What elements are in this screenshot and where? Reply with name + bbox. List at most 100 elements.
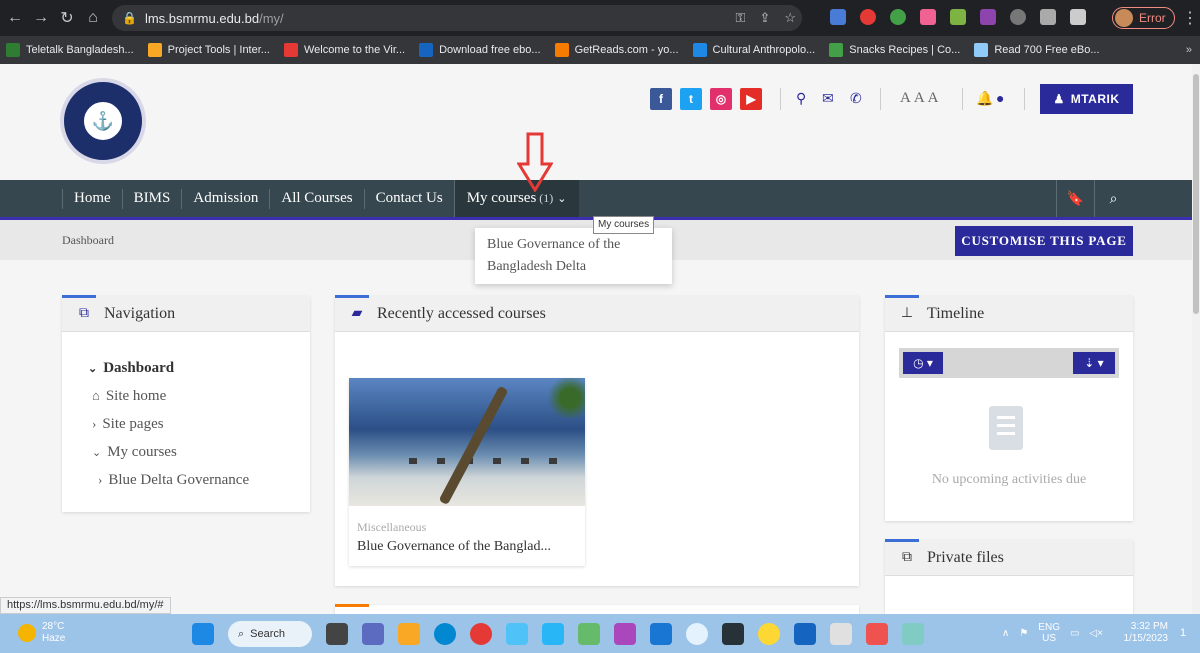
timeline-block: ⊥ Timeline ◷ ▾ ⇣ ▾ No upcoming activitie… xyxy=(885,295,1133,521)
extension-icon[interactable] xyxy=(890,9,906,25)
mail-icon[interactable]: ✉ xyxy=(822,90,834,107)
breadcrumb[interactable]: Dashboard xyxy=(62,233,114,248)
app-icon[interactable] xyxy=(650,623,672,645)
volume-icon[interactable]: ◁× xyxy=(1089,628,1103,639)
bookmark-item[interactable]: Snacks Recipes | Co... xyxy=(829,43,960,57)
sidepanel-icon[interactable] xyxy=(1070,9,1086,25)
bookmark-item[interactable]: Cultural Anthropolo... xyxy=(692,43,815,57)
nav-all-courses[interactable]: All Courses xyxy=(269,188,363,209)
extension-icon[interactable] xyxy=(1010,9,1026,25)
tree-course[interactable]: › Blue Delta Governance xyxy=(88,466,310,494)
dropdown-course-line1: Blue Governance of the xyxy=(487,237,621,252)
tree-site-home[interactable]: ⌂ Site home xyxy=(88,382,310,410)
address-bar[interactable]: 🔒 lms.bsmrmu.edu.bd/my/ ⚿ ⇪ ☆ xyxy=(112,5,802,31)
nav-home[interactable]: Home xyxy=(62,188,122,209)
tree-site-pages[interactable]: › Site pages xyxy=(88,410,310,438)
divider xyxy=(962,88,963,110)
scroll-thumb[interactable] xyxy=(1193,74,1199,314)
font-size-control[interactable]: AAA xyxy=(900,90,942,107)
task-view-icon[interactable] xyxy=(326,623,348,645)
bookmark-icon[interactable]: 🔖 xyxy=(1056,180,1094,217)
course-card[interactable]: Miscellaneous Blue Governance of the Ban… xyxy=(349,378,585,566)
nav-contact-us[interactable]: Contact Us xyxy=(363,188,454,209)
chevron-up-icon[interactable]: ∧ xyxy=(1002,628,1009,639)
bell-icon[interactable]: 🔔 xyxy=(976,90,993,107)
home-icon[interactable]: ⌂ xyxy=(82,9,104,27)
edge-icon[interactable] xyxy=(434,623,456,645)
profile-button[interactable]: Error xyxy=(1112,7,1175,29)
extensions xyxy=(830,9,1086,25)
tree-dashboard[interactable]: ⌄ Dashboard xyxy=(88,354,310,382)
chrome-icon[interactable] xyxy=(470,623,492,645)
back-icon[interactable]: ← xyxy=(4,9,26,27)
bookmark-item[interactable]: Download free ebo... xyxy=(419,43,541,57)
sort-icon[interactable]: ⇣ ▾ xyxy=(1073,352,1115,374)
bookmark-label: Teletalk Bangladesh... xyxy=(26,44,134,56)
app-icon[interactable] xyxy=(902,623,924,645)
weather-widget[interactable]: 28°C Haze xyxy=(18,621,65,645)
browser-toolbar: ← → ↻ ⌂ 🔒 lms.bsmrmu.edu.bd/my/ ⚿ ⇪ ☆ Er… xyxy=(0,0,1200,36)
file-explorer-icon[interactable] xyxy=(398,623,420,645)
course-name[interactable]: Blue Governance of the Banglad... xyxy=(349,535,577,555)
user-menu-button[interactable]: ♟ MTARIK xyxy=(1040,84,1133,114)
chat-icon[interactable]: ● xyxy=(996,90,1004,106)
app-icon[interactable] xyxy=(578,623,600,645)
nav-bims[interactable]: BIMS xyxy=(121,188,182,209)
notepad-icon[interactable] xyxy=(830,623,852,645)
start-icon[interactable] xyxy=(192,623,214,645)
next-block xyxy=(335,604,859,614)
app-icon[interactable] xyxy=(614,623,636,645)
dropdown-course-item[interactable]: Blue Governance of the Bangladesh Delta xyxy=(487,234,660,278)
nav-admission[interactable]: Admission xyxy=(181,188,269,209)
customise-page-button[interactable]: CUSTOMISE THIS PAGE xyxy=(955,226,1133,256)
share-icon[interactable]: ⇪ xyxy=(759,10,770,26)
clock-icon[interactable]: ◷ ▾ xyxy=(903,352,943,374)
taskbar: 28°C Haze ⌕ Search ∧ ⚑ ENG US ▭ ◁× 3:32 … xyxy=(0,614,1200,653)
extension-icon[interactable] xyxy=(920,9,936,25)
app-icon[interactable] xyxy=(758,623,780,645)
app-icon[interactable] xyxy=(542,623,564,645)
search-icon[interactable]: ⌕ xyxy=(1094,180,1132,217)
word-icon[interactable] xyxy=(794,623,816,645)
bookmark-item[interactable]: Welcome to the Vir... xyxy=(283,43,405,57)
notification-count[interactable]: 1 xyxy=(1180,627,1186,639)
extension-icon[interactable] xyxy=(860,9,876,25)
instagram-icon[interactable]: ◎ xyxy=(710,88,732,110)
youtube-icon[interactable]: ▶ xyxy=(740,88,762,110)
site-logo[interactable]: ⚓ xyxy=(60,78,146,164)
extension-icon[interactable] xyxy=(980,9,996,25)
app-icon[interactable] xyxy=(866,623,888,645)
bookmark-item[interactable]: GetReads.com - yo... xyxy=(554,43,679,57)
app-icon[interactable] xyxy=(506,623,528,645)
puzzle-icon[interactable] xyxy=(1040,9,1056,25)
language-indicator[interactable]: ENG US xyxy=(1038,622,1060,644)
location-icon[interactable]: ⚲ xyxy=(796,90,806,107)
key-icon[interactable]: ⚿ xyxy=(736,10,746,26)
extension-icon[interactable] xyxy=(950,9,966,25)
menu-icon[interactable]: ⋮ xyxy=(1182,8,1198,28)
bookmark-item[interactable]: Project Tools | Inter... xyxy=(147,43,270,57)
bookmarks-more-icon[interactable]: » xyxy=(1186,44,1192,56)
twitter-icon[interactable]: t xyxy=(680,88,702,110)
scrollbar[interactable] xyxy=(1192,64,1200,614)
phone-icon[interactable]: ✆ xyxy=(850,90,862,107)
reload-icon[interactable]: ↻ xyxy=(56,8,78,28)
dropdown-course-line2: Bangladesh Delta xyxy=(487,259,587,274)
app-icon[interactable] xyxy=(686,623,708,645)
extension-icon[interactable] xyxy=(830,9,846,25)
bookmark-item[interactable]: Teletalk Bangladesh... xyxy=(6,43,134,57)
bookmark-item[interactable]: Read 700 Free eBo... xyxy=(974,43,1100,57)
url-host: lms.bsmrmu.edu.bd xyxy=(144,10,260,26)
tray-app-icon[interactable]: ⚑ xyxy=(1019,628,1028,639)
tree-my-courses[interactable]: ⌄ My courses xyxy=(88,438,310,466)
taskbar-search[interactable]: ⌕ Search xyxy=(228,621,312,647)
home-icon: ⌂ xyxy=(92,388,100,403)
forward-icon[interactable]: → xyxy=(30,9,52,27)
app-icon[interactable] xyxy=(722,623,744,645)
chat-app-icon[interactable] xyxy=(362,623,384,645)
clock[interactable]: 3:32 PM 1/15/2023 xyxy=(1118,621,1169,645)
star-icon[interactable]: ☆ xyxy=(784,10,796,26)
network-icon[interactable]: ▭ xyxy=(1070,628,1079,639)
facebook-icon[interactable]: f xyxy=(650,88,672,110)
chevron-right-icon: › xyxy=(92,416,97,431)
